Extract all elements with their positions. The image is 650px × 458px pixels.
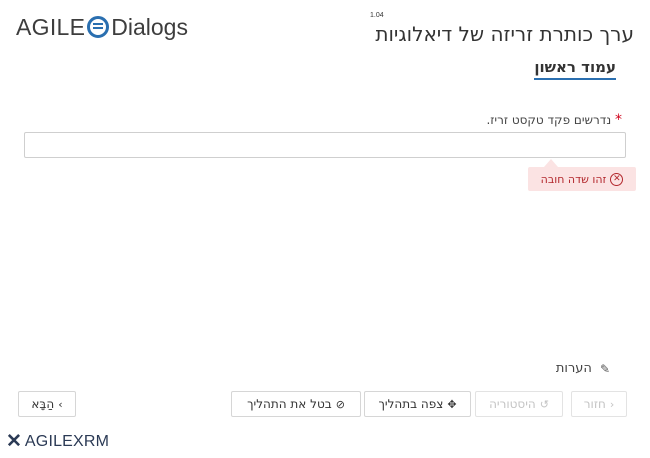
view-process-button[interactable]: ✥ צפה בתהליך	[364, 391, 471, 417]
next-button-label: הַבָּא	[31, 397, 55, 411]
chevron-right-icon: ›	[58, 397, 63, 411]
view-process-button-label: צפה בתהליך	[378, 397, 444, 411]
history-button-label: היסטוריה	[489, 397, 536, 411]
agile-dialogs-logo: AGILE Dialogs	[16, 13, 188, 41]
cancel-process-button-label: בטל את התהליך	[247, 397, 332, 411]
pencil-icon: ✎	[599, 361, 610, 376]
agilexrm-logo-text: AGILEXRM	[24, 432, 110, 450]
error-text: זהו שדה חובה	[540, 172, 607, 186]
comments-label: הערות	[555, 361, 592, 376]
x-logo-icon: ✕	[6, 431, 22, 452]
quick-text-input[interactable]	[24, 132, 626, 158]
chat-bubble-icon	[87, 16, 110, 38]
page-title: ערך כותרת זריזה של דיאלוגיות	[375, 22, 634, 46]
back-button-label: חזור	[583, 397, 606, 411]
logo-text-agile: AGILE	[16, 13, 86, 40]
cancel-process-button[interactable]: ⊘ בטל את התהליך	[231, 391, 361, 417]
field-label-text: נדרשים פקד טקסט זריז.	[486, 113, 612, 127]
error-circle-x-icon: ✕	[610, 172, 624, 186]
agilexrm-logo: ✕ AGILEXRM	[6, 430, 109, 453]
history-button[interactable]: ↺ היסטוריה	[475, 391, 563, 417]
tab-first-page[interactable]: עמוד ראשון	[534, 58, 616, 80]
logo-text-dialogs: Dialogs	[111, 13, 188, 40]
back-button[interactable]: ‹ חזור	[571, 391, 627, 417]
cancel-icon: ⊘	[335, 397, 345, 411]
chevron-left-icon: ‹	[609, 397, 615, 411]
field-label: * נדרשים פקד טקסט זריז.	[486, 112, 624, 128]
history-icon: ↺	[539, 397, 549, 411]
sparkle-icon: ✥	[447, 397, 457, 411]
validation-error: ✕ זהו שדה חובה	[528, 159, 636, 191]
version-label: 1.04	[370, 12, 384, 19]
required-marker: *	[615, 112, 622, 128]
next-button[interactable]: › הַבָּא	[18, 391, 76, 417]
comments-toggle[interactable]: ✎ הערות	[556, 361, 610, 376]
